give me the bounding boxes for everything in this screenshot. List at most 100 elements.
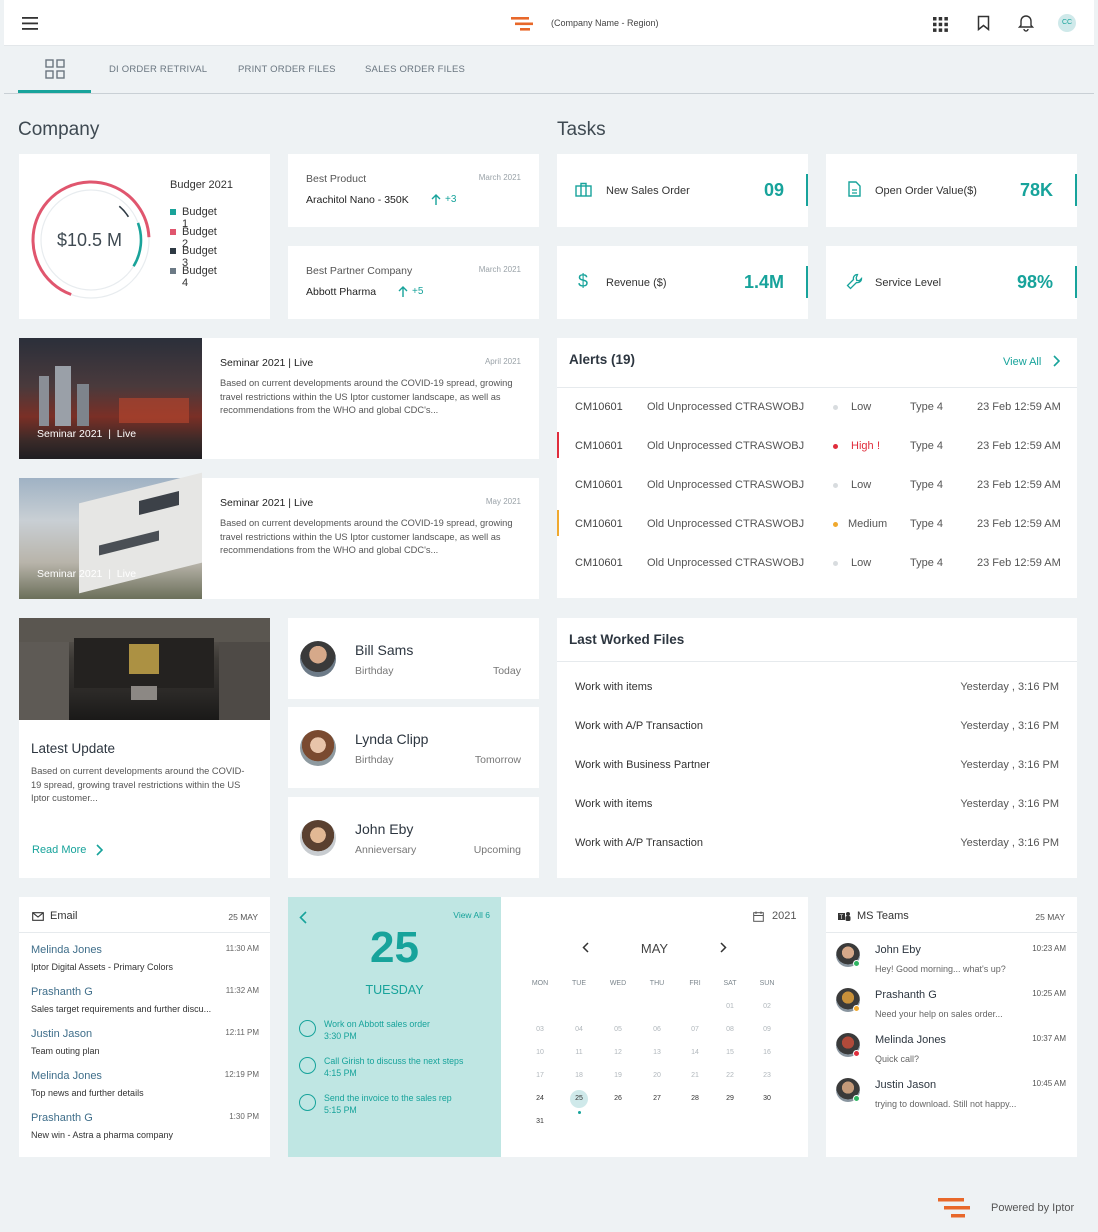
calendar-day[interactable]: 13 [642,1049,672,1056]
user-avatar[interactable]: CC [1058,14,1076,32]
calendar-day[interactable]: 04 [564,1026,594,1033]
calendar-day[interactable]: 07 [680,1026,710,1033]
calendar-day[interactable]: 12 [603,1049,633,1056]
read-more-link[interactable]: Read More [32,844,86,856]
priority-dot [833,483,838,488]
file-row[interactable]: Work with items Yesterday , 3:16 PM [557,785,1077,824]
calendar-day[interactable]: 10 [525,1049,555,1056]
alerts-view-all-link[interactable]: View All [1003,356,1041,368]
teams-message[interactable]: Melinda Jones 10:37 AM Quick call? [836,1032,1066,1076]
calendar-day[interactable]: 21 [680,1072,710,1079]
seminar-card[interactable]: Seminar 2021 | Live Seminar 2021 | Live … [19,472,539,599]
alert-time: 23 Feb 12:59 AM [977,479,1061,491]
divider [826,932,1077,933]
calendar-day[interactable]: 29 [715,1095,745,1102]
calendar-day[interactable]: 27 [642,1095,672,1102]
tab-di-order-retrival[interactable]: DI ORDER RETRIVAL [109,46,207,93]
envelope-icon [32,912,44,921]
calendar-day[interactable]: 28 [680,1095,710,1102]
apps-grid-icon[interactable] [933,17,948,32]
calendar-day[interactable]: 02 [752,1003,782,1010]
file-row[interactable]: Work with A/P Transaction Yesterday , 3:1… [557,824,1077,863]
bookmark-icon[interactable] [977,15,990,31]
best-product-card[interactable]: Best Product March 2021 Arachitol Nano -… [288,154,539,227]
agenda-title: Work on Abbott sales order [324,1019,430,1029]
email-item[interactable]: Justin Jason 12:11 PM Team outing plan [31,1028,259,1070]
calendar-day[interactable]: 08 [715,1026,745,1033]
calendar-day[interactable]: 30 [752,1095,782,1102]
email-sender: Melinda Jones [31,944,102,956]
calendar-day[interactable]: 25 [564,1095,594,1102]
file-row[interactable]: Work with A/P Transaction Yesterday , 3:1… [557,707,1077,746]
latest-update-card[interactable]: Latest Update Based on current developme… [19,618,270,878]
chevron-right-icon[interactable] [1053,355,1060,367]
iptor-logo [938,1198,974,1218]
bell-icon[interactable] [1018,14,1034,32]
teams-message[interactable]: Prashanth G 10:25 AM Need your help on sal… [836,987,1066,1031]
alert-row[interactable]: CM10601 Old Unprocessed CTRASWOBJ High! Typ… [557,427,1077,466]
alert-row[interactable]: CM10601 Old Unprocessed CTRASWOBJ Low Type … [557,466,1077,505]
check-circle-icon[interactable] [299,1020,316,1037]
calendar-day[interactable]: 24 [525,1095,555,1102]
check-circle-icon[interactable] [299,1057,316,1074]
hamburger-menu-icon[interactable] [22,17,38,30]
stat-value: 98% [1016,272,1053,292]
file-row[interactable]: Work with items Yesterday , 3:16 PM [557,668,1077,707]
agenda-item[interactable]: Send the invoice to the sales rep 5:15 PM [299,1091,494,1125]
calendar-day[interactable]: 11 [564,1049,594,1056]
calendar-day[interactable]: 23 [752,1072,782,1079]
weekday-label: THU [649,980,665,987]
tab-dashboard[interactable] [18,46,91,93]
calendar-day[interactable]: 16 [752,1049,782,1056]
teams-message[interactable]: Justin Jason 10:45 AM trying to download. … [836,1077,1066,1121]
calendar-day[interactable]: 31 [525,1118,555,1125]
email-item[interactable]: Prashanth G 1:30 PM New win - Astra a phar… [31,1112,259,1154]
teams-message[interactable]: John Eby 10:23 AM Hey! Good morning... wha… [836,942,1066,986]
presence-status-dot [853,1095,860,1102]
stat-card-revenue[interactable]: $ Revenue ($) 1.4M [557,246,808,319]
alert-priority: Low [851,401,872,413]
person-card[interactable]: Bill Sams Birthday Today [288,618,539,699]
alert-row[interactable]: CM10601 Old Unprocessed CTRASWOBJ Medium Ty… [557,505,1077,544]
alerts-list: CM10601 Old Unprocessed CTRASWOBJ Low Type … [557,388,1077,588]
stat-card-open-order-value[interactable]: Open Order Value($) 78K [826,154,1077,227]
calendar-day[interactable]: 19 [603,1072,633,1079]
agenda-view-all-link[interactable]: View All 6 [453,910,490,920]
agenda-item[interactable]: Work on Abbott sales order 3:30 PM [299,1017,494,1051]
calendar-day[interactable]: 20 [642,1072,672,1079]
stat-card-service-level[interactable]: Service Level 98% [826,246,1077,319]
document-icon [848,181,861,197]
alert-row[interactable]: CM10601 Old Unprocessed CTRASWOBJ Low Type … [557,388,1077,427]
stat-card-new-sales-order[interactable]: New Sales Order 09 [557,154,808,227]
budget-card[interactable]: $10.5 M Budger 2021 Budget 1 Budget 2 Bu… [19,154,270,319]
calendar-day[interactable]: 01 [715,1003,745,1010]
person-card[interactable]: John Eby Annieversary Upcoming [288,797,539,878]
calendar-day[interactable]: 22 [715,1072,745,1079]
calendar-day[interactable]: 26 [603,1095,633,1102]
seminar-card[interactable]: Seminar 2021 | Live Seminar 2021 | Live … [19,338,539,459]
calendar-day[interactable]: 05 [603,1026,633,1033]
email-item[interactable]: Melinda Jones 11:30 AM Iptor Digital Asset… [31,944,259,986]
person-card[interactable]: Lynda Clipp Birthday Tomorrow [288,707,539,788]
calendar-day[interactable]: 06 [642,1026,672,1033]
calendar-day[interactable]: 09 [752,1026,782,1033]
check-circle-icon[interactable] [299,1094,316,1111]
presence-status-dot [853,960,860,967]
agenda-item[interactable]: Call Girish to discuss the next steps 4:1… [299,1054,494,1088]
alert-id: CM10601 [575,440,623,452]
email-item[interactable]: Melinda Jones 12:19 PM Top news and furthe… [31,1070,259,1112]
chevron-right-icon[interactable] [96,844,103,856]
best-product-label: Best Product [306,173,367,185]
calendar-day[interactable]: 18 [564,1072,594,1079]
file-row[interactable]: Work with Business Partner Yesterday , 3:… [557,746,1077,785]
tab-print-order-files[interactable]: PRINT ORDER FILES [238,46,336,93]
tab-sales-order-files[interactable]: SALES ORDER FILES [365,46,465,93]
alert-row[interactable]: CM10601 Old Unprocessed CTRASWOBJ Low Type … [557,544,1077,583]
best-partner-card[interactable]: Best Partner Company March 2021 Abbott P… [288,246,539,319]
calendar-day[interactable]: 14 [680,1049,710,1056]
email-item[interactable]: Prashanth G 11:32 AM Sales target requirem… [31,986,259,1028]
calendar-day[interactable]: 03 [525,1026,555,1033]
avatar [300,730,336,766]
calendar-day[interactable]: 17 [525,1072,555,1079]
calendar-day[interactable]: 15 [715,1049,745,1056]
